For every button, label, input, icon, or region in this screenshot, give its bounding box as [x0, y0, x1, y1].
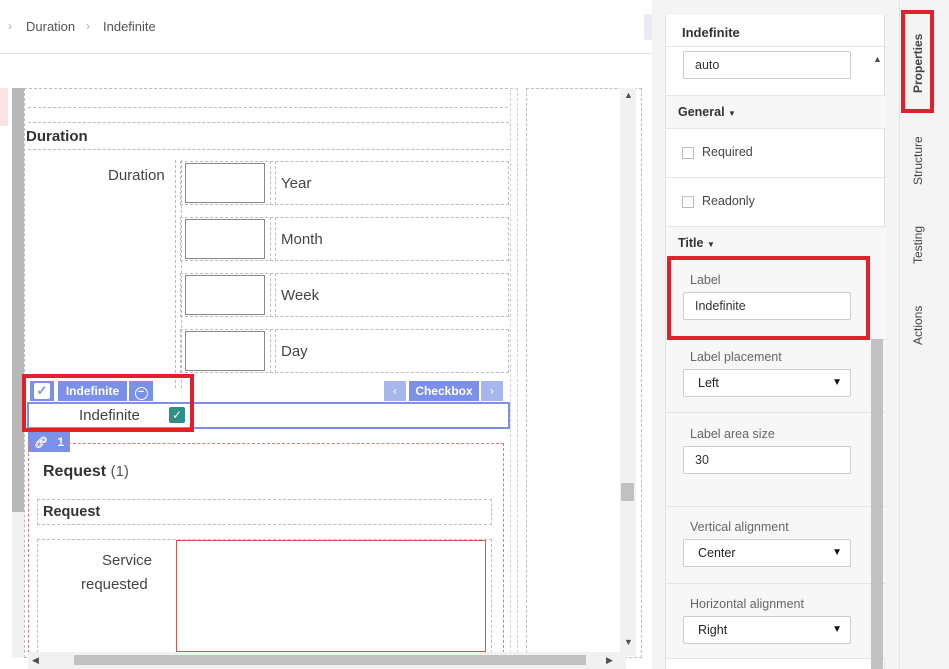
week-input[interactable] — [185, 275, 265, 315]
request-subsection-title: Request — [43, 504, 101, 520]
highlight-frame — [901, 10, 934, 113]
request-title-text: Request — [43, 463, 107, 480]
tab-testing[interactable]: Testing — [911, 226, 925, 264]
field-type-tag[interactable]: Checkbox — [409, 381, 479, 401]
label-area-size-label: Label area size — [690, 427, 775, 441]
required-checkbox[interactable] — [682, 147, 694, 159]
vertical-alignment-value: Center — [698, 546, 736, 560]
year-input[interactable] — [185, 163, 265, 203]
label-placement-select[interactable]: Left ▼ — [683, 369, 851, 397]
vertical-alignment-label: Vertical alignment — [690, 520, 789, 534]
divider — [666, 658, 886, 659]
select-caret-icon: ▼ — [832, 377, 842, 388]
chevron-right-icon: › — [490, 384, 494, 398]
month-unit-label: Month — [281, 231, 323, 248]
divider — [270, 273, 276, 317]
month-input[interactable] — [185, 219, 265, 259]
tab-actions[interactable]: Actions — [911, 306, 925, 345]
divider — [270, 329, 276, 373]
chevron-right-icon: › — [86, 19, 90, 33]
highlight-frame — [22, 374, 194, 432]
divider — [270, 217, 276, 261]
caret-down-icon: ▼ — [728, 109, 736, 118]
divider — [270, 161, 276, 205]
service-label-line1: Service — [102, 552, 153, 569]
day-unit-label: Day — [281, 343, 308, 360]
divider — [666, 177, 886, 178]
breadcrumb-bar: › Duration › Indefinite — [0, 0, 652, 54]
required-label: Required — [702, 145, 753, 159]
canvas-vertical-scroll-thumb[interactable] — [621, 483, 634, 501]
width-input[interactable]: auto — [683, 51, 851, 79]
select-caret-icon: ▼ — [832, 624, 842, 635]
service-requested-textarea[interactable] — [176, 540, 486, 652]
duration-field-label: Duration — [108, 167, 165, 184]
caret-down-icon: ▼ — [706, 240, 715, 249]
service-label-line2: requested — [81, 576, 148, 593]
title-section-header[interactable]: Title ▼ — [666, 227, 886, 259]
canvas-vertical-scrollbar[interactable] — [620, 88, 636, 656]
horizontal-alignment-value: Right — [698, 623, 728, 637]
label-placement-value: Left — [698, 376, 719, 390]
divider — [28, 107, 508, 108]
scroll-up-icon[interactable]: ▲ — [624, 90, 633, 100]
request-count: (1) — [110, 463, 129, 480]
chevron-right-icon: › — [8, 19, 12, 33]
readonly-checkbox[interactable] — [682, 196, 694, 208]
request-subsection-header[interactable]: Request — [37, 499, 492, 525]
label-placement-label: Label placement — [690, 350, 782, 364]
horizontal-alignment-select[interactable]: Right ▼ — [683, 616, 851, 644]
readonly-label: Readonly — [702, 194, 755, 208]
left-scrollbar-thumb[interactable] — [12, 88, 24, 512]
day-input[interactable] — [185, 331, 265, 371]
panel-scrollbar-thumb[interactable] — [871, 339, 883, 669]
left-marker — [0, 88, 8, 126]
breadcrumb-item-indefinite[interactable]: Indefinite — [103, 19, 156, 34]
scroll-down-icon[interactable]: ▼ — [624, 637, 633, 647]
vertical-alignment-select[interactable]: Center ▼ — [683, 539, 851, 567]
next-type-button[interactable]: › — [481, 381, 503, 401]
highlight-frame — [667, 256, 870, 340]
prev-type-button[interactable]: ‹ — [384, 381, 406, 401]
year-unit-label: Year — [281, 175, 312, 192]
canvas-horizontal-scroll-thumb[interactable] — [74, 655, 586, 665]
title-label-text: Title — [678, 236, 704, 250]
week-unit-label: Week — [281, 287, 320, 304]
title-label: Title ▼ — [678, 236, 715, 250]
duration-section-header[interactable]: Duration — [26, 122, 509, 150]
duration-section-title: Duration — [26, 128, 88, 145]
toolbar-button[interactable] — [644, 14, 652, 40]
general-label: General ▼ — [678, 105, 736, 119]
general-section-header[interactable]: General ▼ — [666, 96, 886, 128]
select-caret-icon: ▼ — [832, 547, 842, 558]
scroll-right-icon[interactable]: ▶ — [606, 655, 613, 666]
scroll-left-icon[interactable]: ◀ — [32, 655, 39, 666]
general-label-text: General — [678, 105, 725, 119]
panel-scroll-up-icon[interactable]: ▲ — [873, 54, 882, 64]
label-area-size-input[interactable]: 30 — [683, 446, 851, 474]
chevron-left-icon: ‹ — [393, 384, 397, 398]
tab-structure[interactable]: Structure — [911, 136, 925, 185]
panel-header-title: Indefinite — [682, 25, 740, 40]
properties-panel: Indefinite auto General ▼ Required Reado… — [665, 15, 886, 669]
divider — [666, 46, 886, 47]
divider — [666, 128, 886, 129]
horizontal-alignment-label: Horizontal alignment — [690, 597, 804, 611]
form-gutter — [510, 88, 518, 658]
breadcrumb-item-duration[interactable]: Duration — [26, 19, 75, 34]
request-section-title: Request (1) — [43, 463, 129, 481]
